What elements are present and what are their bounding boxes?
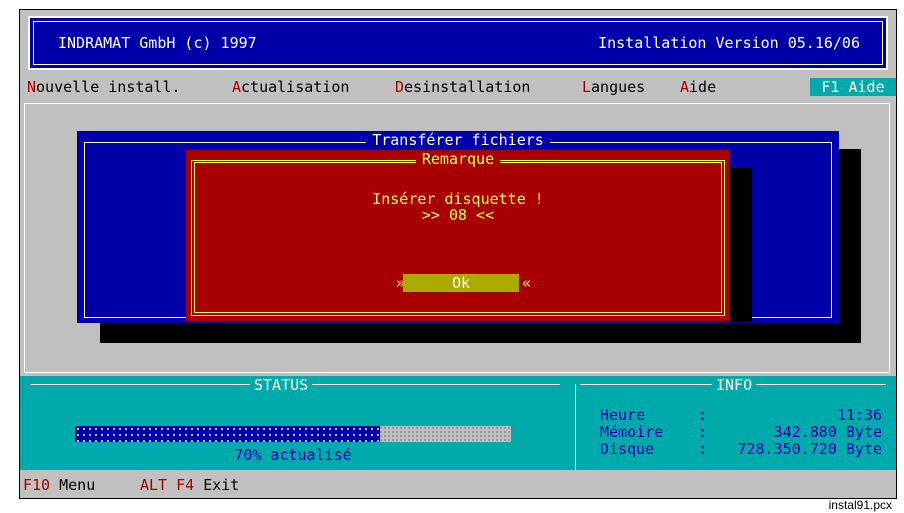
transfer-window-title-row: Transférer fichiers [77,131,839,149]
key-label: Menu [59,476,96,494]
disk-number: >> 08 << [421,206,495,224]
info-value-disque: 728.350.720 Byte [737,440,883,458]
info-value-heure: 11:36 [836,406,882,424]
key-alt-f4[interactable]: ALT F4 Exit [140,476,239,494]
key-name: F10 [23,476,51,494]
key-label: Exit [203,476,240,494]
menu-langues[interactable]: Langues [582,78,645,96]
menu-hotkey: D [395,78,405,96]
status-title: STATUS [250,376,313,394]
key-name: ALT F4 [140,476,195,494]
remark-title-row: Remarque [186,150,730,168]
menu-label: ide [689,78,717,96]
menu-hotkey: A [232,78,242,96]
remark-dialog: Remarque Insérer disquette ! >> 08 << » … [186,150,730,321]
info-sep: : [698,440,708,458]
info-label-memoire: Mémoire [600,423,664,441]
progress-bar [75,426,511,442]
menu-label: esinstallation [404,78,531,96]
key-bar: F10 Menu ALT F4 Exit [20,470,896,498]
menu-label: ctualisation [241,78,350,96]
info-label-disque: Disque [600,440,655,458]
panel-divider [575,384,576,470]
key-f10[interactable]: F10 Menu [23,476,95,494]
info-label-heure: Heure [600,406,646,424]
info-value-memoire: 342.880 Byte [773,423,882,441]
ok-right-marker: « [522,274,532,292]
menu-actualisation[interactable]: Actualisation [232,78,349,96]
transfer-window-title: Transférer fichiers [366,131,550,149]
menu-hotkey: A [680,78,690,96]
menu-hotkey: L [582,78,592,96]
info-title: INFO [712,376,757,394]
menu-label: angues [591,78,646,96]
progress-text: 70% actualisé [234,446,352,464]
ok-button[interactable]: Ok [403,274,519,292]
company-title: INDRAMAT GmbH (c) 1997 [58,34,257,52]
title-bar: INDRAMAT GmbH (c) 1997 Installation Vers… [28,16,888,70]
info-sep: : [698,423,708,441]
version-title: Installation Version 05.16/06 [598,34,860,52]
menu-label: ouvelle install. [36,78,181,96]
remark-title: Remarque [415,150,501,168]
menu-hotkey: N [27,78,37,96]
menu-nouvelle-install[interactable]: Nouvelle install. [27,78,181,96]
menu-aide[interactable]: Aide [680,78,716,96]
progress-fill [75,426,381,442]
figure-caption: instal91.pcx [828,498,892,512]
dos-screen: INDRAMAT GmbH (c) 1997 Installation Vers… [19,9,897,499]
menu-desinstallation[interactable]: Desinstallation [395,78,530,96]
status-panel: STATUS INFO 70% actualisé Heure : 11:36 … [20,376,896,470]
menu-bar: Nouvelle install. Actualisation Desinsta… [20,76,896,98]
info-sep: : [698,406,708,424]
f1-help-hint[interactable]: F1 Aide [810,78,896,96]
